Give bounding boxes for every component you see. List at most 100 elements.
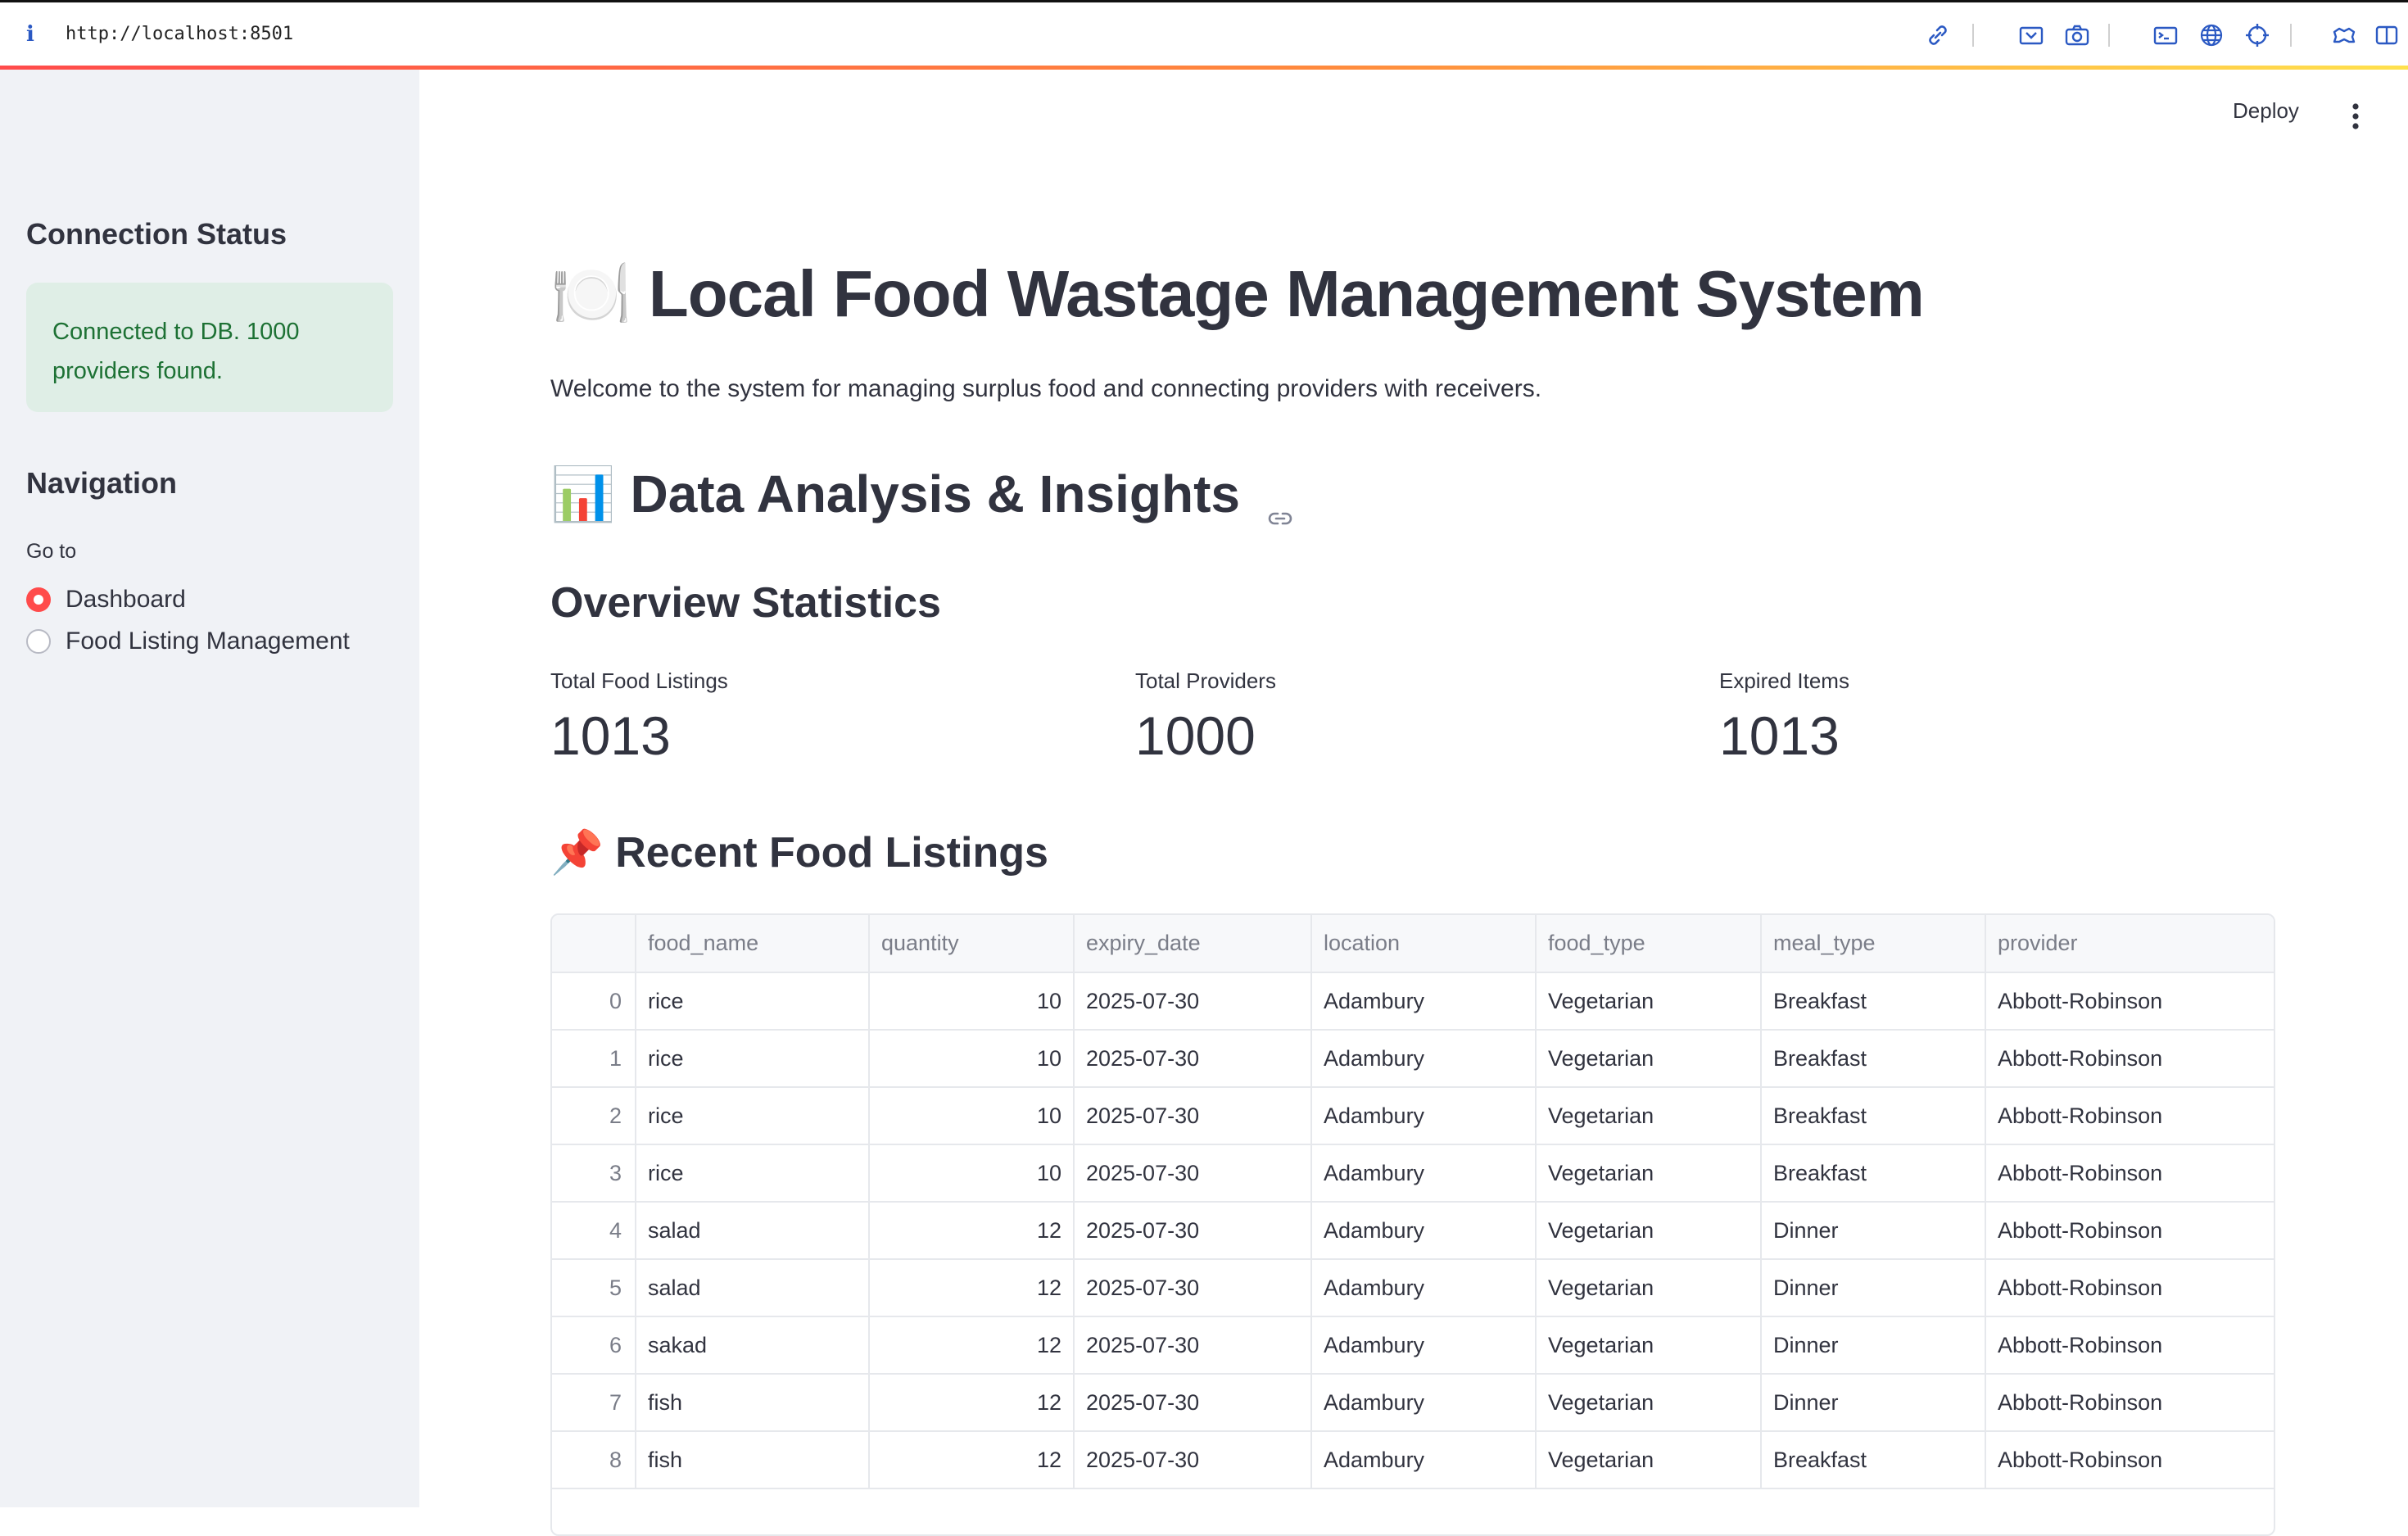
row-index-cell[interactable]: 3 (552, 1144, 636, 1203)
nav-option-food-listing-management[interactable]: Food Listing Management (26, 625, 350, 658)
table-cell[interactable]: Vegetarian (1536, 972, 1762, 1031)
table-cell[interactable]: Breakfast (1761, 1431, 1986, 1489)
deploy-button[interactable]: Deploy (2233, 98, 2299, 124)
table-row[interactable]: 6 sakad 12 2025-07-30 Adambury Vegetarian Dinn… (552, 1316, 2274, 1375)
column-header[interactable] (552, 915, 636, 973)
table-row[interactable]: 4 salad 12 2025-07-30 Adambury Vegetarian Dinn… (552, 1202, 2274, 1260)
table-cell[interactable]: Vegetarian (1536, 1144, 1762, 1203)
table-cell[interactable]: Adambury (1311, 1374, 1537, 1432)
table-cell[interactable]: 2025-07-30 (1074, 1259, 1312, 1317)
table-cell[interactable]: rice (636, 972, 870, 1031)
more-options-icon[interactable] (2341, 100, 2370, 133)
table-cell[interactable]: Breakfast (1761, 972, 1986, 1031)
table-cell[interactable]: Breakfast (1761, 1087, 1986, 1145)
radio-selected-icon[interactable] (26, 587, 51, 612)
anchor-link-icon[interactable] (1266, 484, 1294, 525)
crosshair-icon[interactable] (2241, 19, 2274, 52)
table-cell[interactable]: Abbott-Robinson (1985, 1144, 2274, 1203)
column-header[interactable]: quantity (869, 915, 1075, 973)
row-index-cell[interactable]: 0 (552, 972, 636, 1031)
globe-icon[interactable] (2195, 19, 2228, 52)
table-cell[interactable]: rice (636, 1144, 870, 1203)
table-cell[interactable]: rice (636, 1030, 870, 1088)
table-cell[interactable]: Abbott-Robinson (1985, 1431, 2274, 1489)
url-text[interactable]: http://localhost:8501 (66, 24, 293, 44)
table-cell[interactable]: fish (636, 1374, 870, 1432)
table-cell[interactable]: Adambury (1311, 1316, 1537, 1375)
table-cell[interactable]: 2025-07-30 (1074, 1202, 1312, 1260)
column-header[interactable]: food_type (1536, 915, 1762, 973)
row-index-cell[interactable]: 2 (552, 1087, 636, 1145)
sidebar-toggle-icon[interactable] (2370, 19, 2403, 52)
table-cell[interactable]: sakad (636, 1316, 870, 1375)
table-cell[interactable]: 12 (869, 1202, 1075, 1260)
table-cell[interactable]: 12 (869, 1316, 1075, 1375)
column-header[interactable]: provider (1985, 915, 2274, 973)
table-cell[interactable]: Abbott-Robinson (1985, 1030, 2274, 1088)
table-cell[interactable]: 2025-07-30 (1074, 1316, 1312, 1375)
table-cell[interactable]: 2025-07-30 (1074, 1144, 1312, 1203)
table-cell[interactable]: fish (636, 1431, 870, 1489)
table-cell[interactable]: Abbott-Robinson (1985, 1316, 2274, 1375)
column-header[interactable]: food_name (636, 915, 870, 973)
table-cell[interactable]: Vegetarian (1536, 1316, 1762, 1375)
table-cell[interactable]: Vegetarian (1536, 1374, 1762, 1432)
row-index-cell[interactable]: 4 (552, 1202, 636, 1260)
camera-icon[interactable] (2061, 19, 2093, 52)
table-row[interactable]: 2 rice 10 2025-07-30 Adambury Vegetarian Break… (552, 1087, 2274, 1145)
table-cell[interactable]: Dinner (1761, 1202, 1986, 1260)
table-cell[interactable]: salad (636, 1202, 870, 1260)
table-cell[interactable]: Vegetarian (1536, 1259, 1762, 1317)
table-cell[interactable]: Adambury (1311, 1431, 1537, 1489)
table-cell[interactable]: Vegetarian (1536, 1202, 1762, 1260)
table-cell[interactable]: 2025-07-30 (1074, 1087, 1312, 1145)
table-cell[interactable]: 12 (869, 1259, 1075, 1317)
table-cell[interactable]: Adambury (1311, 1202, 1537, 1260)
table-cell[interactable]: Dinner (1761, 1374, 1986, 1432)
recent-listings-table[interactable]: food_name quantity expiry_date location food… (550, 913, 2275, 1536)
table-cell[interactable]: 2025-07-30 (1074, 1374, 1312, 1432)
info-icon[interactable]: i (26, 22, 34, 47)
table-cell[interactable]: Abbott-Robinson (1985, 1202, 2274, 1260)
table-cell[interactable]: 12 (869, 1374, 1075, 1432)
row-index-cell[interactable]: 6 (552, 1316, 636, 1375)
table-cell[interactable]: Adambury (1311, 1087, 1537, 1145)
table-row[interactable]: 1 rice 10 2025-07-30 Adambury Vegetarian Break… (552, 1030, 2274, 1088)
table-cell[interactable]: Vegetarian (1536, 1431, 1762, 1489)
table-cell[interactable]: Abbott-Robinson (1985, 1259, 2274, 1317)
column-header[interactable]: meal_type (1761, 915, 1986, 973)
table-cell[interactable]: Adambury (1311, 1259, 1537, 1317)
table-cell[interactable]: Dinner (1761, 1316, 1986, 1375)
row-index-cell[interactable]: 5 (552, 1259, 636, 1317)
table-cell[interactable]: 2025-07-30 (1074, 972, 1312, 1031)
table-cell[interactable]: Breakfast (1761, 1144, 1986, 1203)
table-row[interactable]: 7 fish 12 2025-07-30 Adambury Vegetarian Dinne… (552, 1374, 2274, 1432)
extensions-icon[interactable] (2328, 19, 2360, 52)
table-row[interactable]: 0 rice 10 2025-07-30 Adambury Vegetarian Break… (552, 972, 2274, 1031)
row-index-cell[interactable]: 1 (552, 1030, 636, 1088)
table-cell[interactable]: Abbott-Robinson (1985, 1374, 2274, 1432)
table-cell[interactable]: Abbott-Robinson (1985, 972, 2274, 1031)
table-row[interactable]: 5 salad 12 2025-07-30 Adambury Vegetarian Dinn… (552, 1259, 2274, 1317)
table-cell[interactable]: Vegetarian (1536, 1087, 1762, 1145)
table-cell[interactable]: 12 (869, 1431, 1075, 1489)
table-cell[interactable]: Vegetarian (1536, 1030, 1762, 1088)
table-row[interactable]: 3 rice 10 2025-07-30 Adambury Vegetarian Break… (552, 1144, 2274, 1203)
table-cell[interactable]: Breakfast (1761, 1030, 1986, 1088)
table-cell[interactable]: Adambury (1311, 1030, 1537, 1088)
column-header[interactable]: location (1311, 915, 1537, 973)
table-cell[interactable]: 10 (869, 1030, 1075, 1088)
column-header[interactable]: expiry_date (1074, 915, 1312, 973)
table-cell[interactable]: rice (636, 1087, 870, 1145)
table-cell[interactable]: Abbott-Robinson (1985, 1087, 2274, 1145)
nav-option-dashboard[interactable]: Dashboard (26, 583, 186, 616)
row-index-cell[interactable]: 7 (552, 1374, 636, 1432)
row-index-cell[interactable]: 8 (552, 1431, 636, 1489)
table-cell[interactable]: salad (636, 1259, 870, 1317)
table-cell[interactable]: Adambury (1311, 972, 1537, 1031)
screenshot-icon[interactable] (2015, 19, 2048, 52)
table-cell[interactable]: 10 (869, 1144, 1075, 1203)
link-icon[interactable] (1921, 19, 1954, 52)
table-cell[interactable]: 10 (869, 1087, 1075, 1145)
table-cell[interactable]: 2025-07-30 (1074, 1431, 1312, 1489)
